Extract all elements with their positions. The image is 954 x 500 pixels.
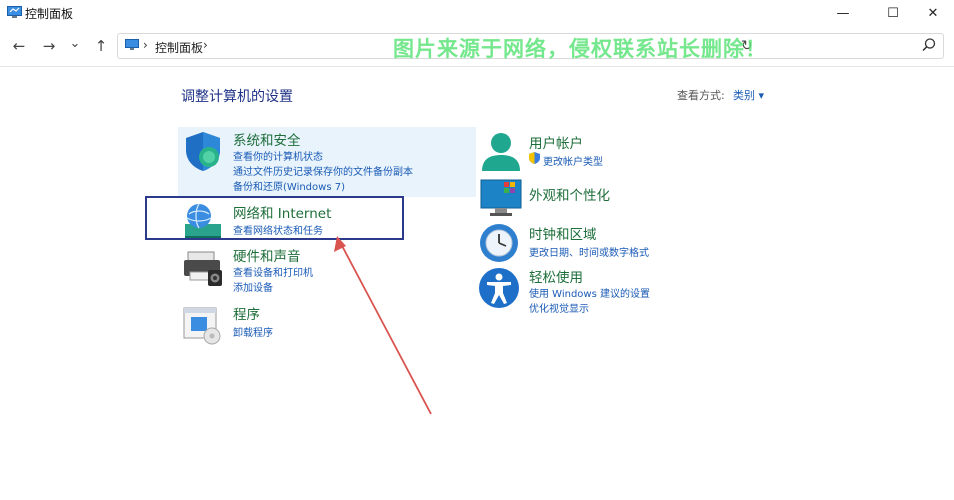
control-panel-app-icon — [7, 6, 22, 18]
annotation-highlight-box — [145, 196, 404, 240]
printer-icon[interactable] — [182, 248, 224, 290]
programs-icon[interactable] — [182, 304, 224, 346]
maximize-button[interactable]: ☐ — [871, 0, 915, 26]
content-area — [0, 67, 954, 500]
programs-title[interactable]: 程序 — [233, 303, 260, 323]
up-button[interactable]: ↑ — [89, 35, 113, 57]
forward-arrow-icon: → — [42, 37, 56, 55]
ease-of-access-title[interactable]: 轻松使用 — [529, 266, 583, 286]
hardware-sound-title[interactable]: 硬件和声音 — [233, 245, 301, 265]
recent-locations-button[interactable]: ⌄ — [63, 32, 87, 54]
clock-region-title[interactable]: 时钟和区域 — [529, 223, 597, 243]
up-arrow-icon: ↑ — [94, 37, 108, 55]
hardware-link-1[interactable]: 查看设备和打印机 — [233, 264, 313, 279]
appearance-title[interactable]: 外观和个性化 — [529, 184, 610, 204]
uac-shield-icon — [529, 152, 540, 164]
ease-link-1[interactable]: 使用 Windows 建议的设置 — [529, 285, 650, 300]
user-link-1[interactable]: 更改帐户类型 — [543, 153, 603, 168]
view-by-label: 查看方式: — [677, 89, 725, 102]
close-icon: ✕ — [927, 5, 939, 21]
programs-link-1[interactable]: 卸载程序 — [233, 324, 273, 339]
user-icon[interactable] — [480, 131, 522, 173]
breadcrumb-control-panel[interactable]: 控制面板 — [155, 39, 203, 56]
breadcrumb-separator: › — [143, 38, 148, 52]
back-button[interactable]: ← — [7, 35, 31, 57]
control-panel-crumb-icon — [125, 39, 139, 50]
close-button[interactable]: ✕ — [911, 0, 954, 26]
clock-link-1[interactable]: 更改日期、时间或数字格式 — [529, 244, 649, 259]
clock-globe-icon[interactable] — [478, 222, 520, 264]
shield-icon[interactable] — [182, 130, 224, 172]
system-security-title[interactable]: 系统和安全 — [233, 129, 301, 149]
back-arrow-icon: ← — [12, 37, 26, 55]
minimize-button[interactable]: — — [821, 0, 865, 26]
system-link-3[interactable]: 备份和还原(Windows 7) — [233, 178, 345, 193]
search-icon[interactable] — [920, 36, 938, 54]
maximize-icon: ☐ — [887, 5, 899, 21]
system-link-2[interactable]: 通过文件历史记录保存你的文件备份副本 — [233, 163, 413, 178]
hardware-link-2[interactable]: 添加设备 — [233, 279, 273, 294]
forward-button[interactable]: → — [37, 35, 61, 57]
user-accounts-title[interactable]: 用户帐户 — [529, 132, 583, 152]
chevron-down-icon: ⌄ — [69, 35, 81, 51]
watermark-text: 图片来源于网络，侵权联系站长删除！ — [393, 37, 767, 61]
page-heading: 调整计算机的设置 — [181, 89, 293, 105]
ease-link-2[interactable]: 优化视觉显示 — [529, 300, 589, 315]
system-link-1[interactable]: 查看你的计算机状态 — [233, 148, 323, 163]
accessibility-icon[interactable] — [478, 267, 520, 309]
breadcrumb-separator-end[interactable]: › — [203, 38, 208, 52]
minimize-icon: — — [836, 5, 850, 21]
monitor-icon[interactable] — [480, 178, 522, 220]
window-title: 控制面板 — [25, 7, 74, 21]
view-by-dropdown[interactable]: 类别 ▾ — [733, 87, 764, 103]
title-bar — [0, 0, 954, 26]
